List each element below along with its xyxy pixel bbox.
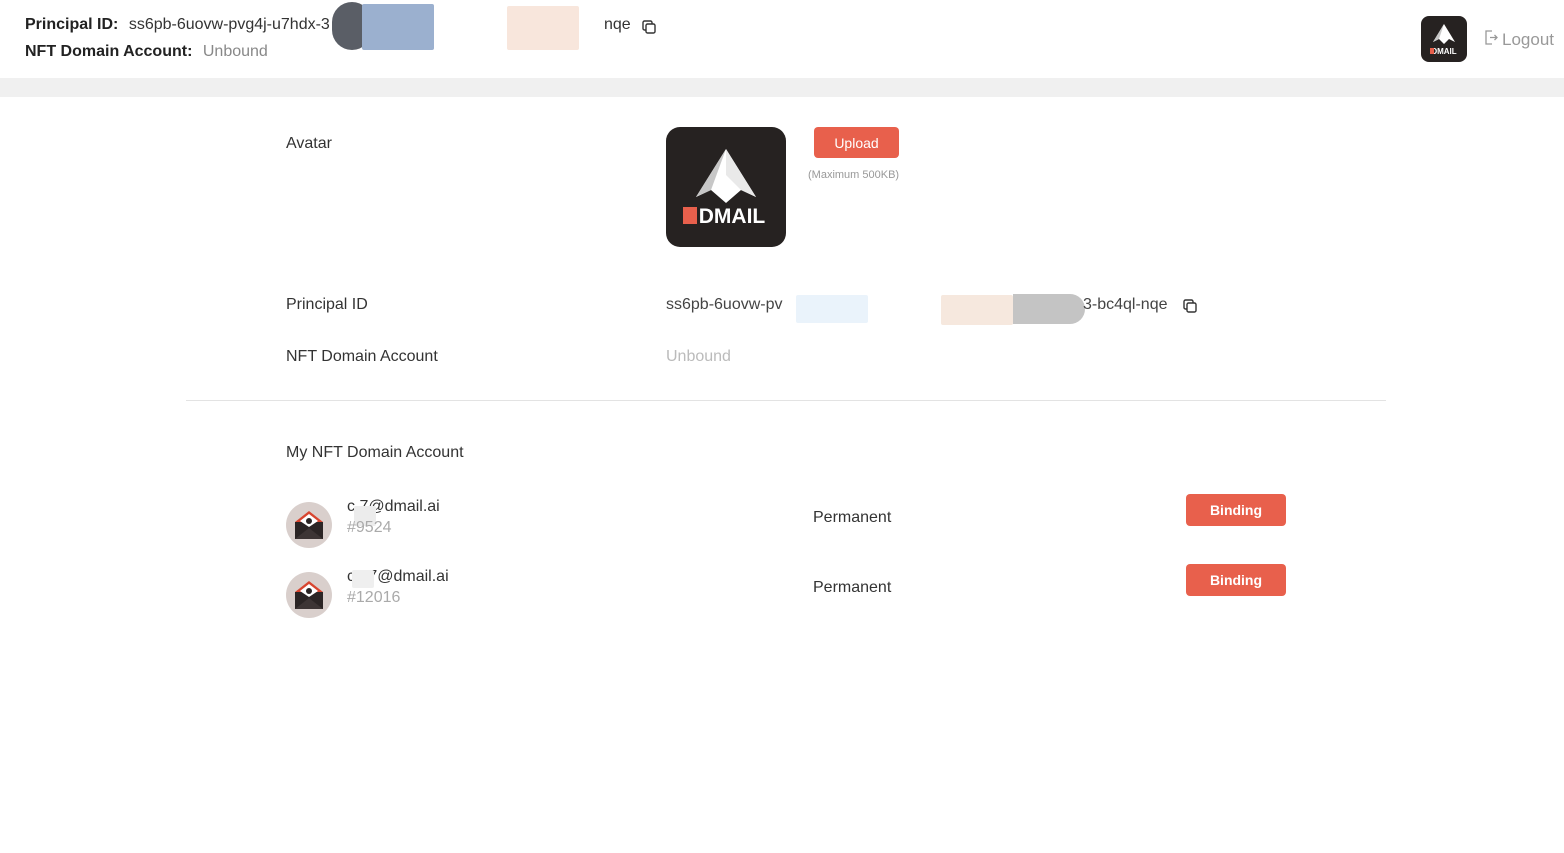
upload-button[interactable]: Upload [814,127,899,158]
redaction-blur [352,570,374,588]
binding-button[interactable]: Binding [1186,564,1286,596]
redaction-blur [796,295,868,323]
principal-id-value-end: 3-bc4ql-nqe [1083,296,1168,313]
nft-section-title: My NFT Domain Account [286,444,464,461]
nft-domain-label: NFT Domain Account [286,348,438,365]
principal-id-label: Principal ID [286,296,368,313]
logout-button[interactable]: Logout [1484,30,1554,50]
avatar-logo-text: DMAIL [699,205,766,228]
header-principal-row: Principal ID: ss6pb-6uovw-pvg4j-u7hdx-3 [25,16,330,34]
header-separator-band [0,78,1564,97]
nft-number: #12016 [347,589,401,606]
redaction-blur [507,6,579,50]
header-nft-label: NFT Domain Account: [25,43,193,60]
header-principal-value: ss6pb-6uovw-pvg4j-u7hdx-3 [128,16,330,33]
nft-term: Permanent [813,509,892,526]
envelope-icon [286,572,332,618]
redaction-blur [362,4,434,50]
nft-domain-value: Unbound [666,348,731,365]
list-item: c 27@dmail.ai #12016 Permanent Binding [286,564,1286,620]
avatar: DMAIL [666,127,786,247]
top-bar: Principal ID: ss6pb-6uovw-pvg4j-u7hdx-3 … [0,0,1564,78]
header-principal-value-end: nqe [604,16,631,33]
section-divider [186,400,1386,401]
header-principal-label: Principal ID: [25,16,119,33]
dmail-logo-icon[interactable]: DMAIL [1421,16,1467,62]
envelope-icon [286,502,332,548]
redaction-blur [941,295,1013,325]
upload-hint: (Maximum 500KB) [808,169,900,181]
copy-icon[interactable] [1183,299,1197,313]
nft-term: Permanent [813,579,892,596]
logout-icon [1484,30,1498,50]
redaction-blur [1013,294,1085,324]
principal-id-value: ss6pb-6uovw-pv [666,296,783,313]
header-nft-row: NFT Domain Account: Unbound [25,43,268,61]
binding-button[interactable]: Binding [1186,494,1286,526]
logout-label: Logout [1502,30,1554,49]
copy-icon[interactable] [642,20,656,34]
header-principal-tail: nqe [604,16,631,34]
header-nft-value: Unbound [202,43,268,60]
list-item: c 7@dmail.ai #9524 Permanent Binding [286,494,1286,550]
header-logo-text: DMAIL [1431,47,1456,56]
avatar-label: Avatar [286,135,332,152]
nft-number: #9524 [347,519,392,536]
